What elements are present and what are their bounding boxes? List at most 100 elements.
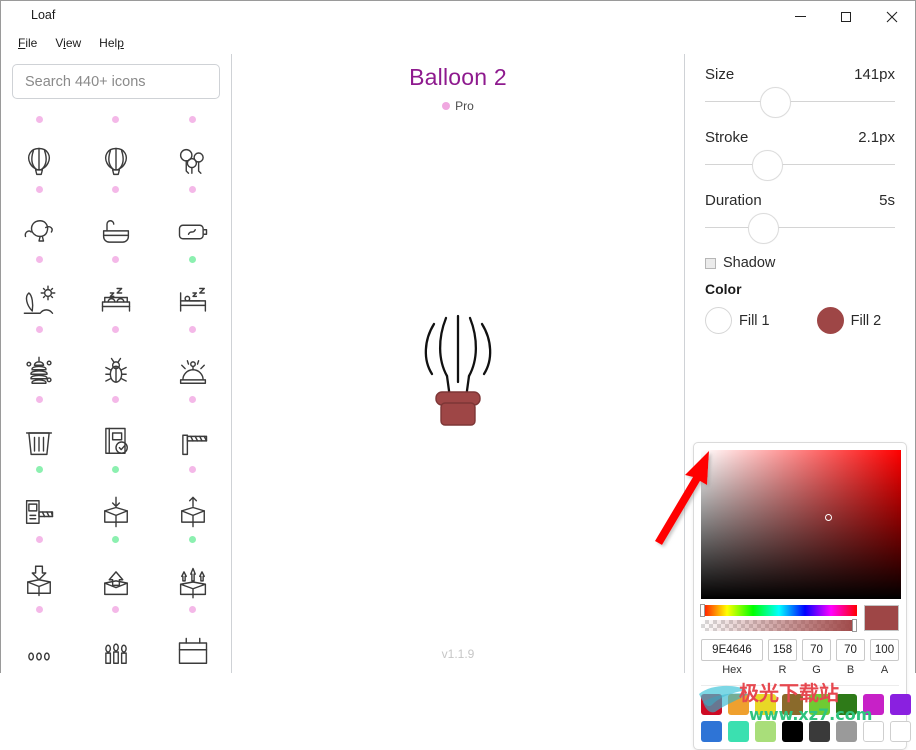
icon-cell-person-sleeping-bed-icon[interactable]	[154, 280, 231, 350]
icon-status-dot	[35, 396, 43, 403]
saturation-cursor[interactable]	[825, 514, 832, 522]
preset-swatch[interactable]	[755, 721, 776, 742]
window-controls	[777, 1, 915, 32]
duration-slider[interactable]	[705, 211, 895, 245]
icon-cell-calendar-icon[interactable]	[154, 630, 231, 673]
preset-swatch[interactable]	[809, 694, 830, 715]
icon-cell-balloon-clouds-icon[interactable]	[1, 210, 78, 280]
search-input[interactable]	[12, 64, 220, 99]
service-bell-icon	[179, 360, 206, 384]
icon-cell-trash-bin-icon[interactable]	[1, 420, 78, 490]
duration-slider-thumb[interactable]	[748, 213, 780, 244]
maximize-button[interactable]	[823, 1, 869, 32]
preset-swatch[interactable]	[836, 694, 857, 715]
trash-bin-icon	[26, 432, 53, 456]
shadow-checkbox[interactable]	[705, 257, 716, 269]
preset-swatch[interactable]	[836, 721, 857, 742]
fill-2-group[interactable]: Fill 2	[816, 307, 881, 334]
minimize-button[interactable]	[777, 1, 823, 32]
stroke-slider[interactable]	[705, 148, 895, 182]
icon-status-dot	[189, 256, 197, 263]
icon-cell-box-arrow-up-thick-icon[interactable]	[78, 560, 155, 630]
beehive-icon	[26, 356, 52, 384]
preset-swatch[interactable]	[890, 694, 911, 715]
hue-slider[interactable]	[700, 604, 857, 617]
animation-stage[interactable]	[232, 304, 684, 429]
candles-icon	[105, 643, 127, 664]
icon-cell-book-check-icon[interactable]	[78, 420, 155, 490]
preset-swatch[interactable]	[863, 721, 884, 742]
preset-swatch[interactable]	[809, 721, 830, 742]
fill-2-swatch[interactable]	[816, 307, 844, 334]
icon-status-dot	[189, 466, 197, 473]
battery-charging-icon	[178, 224, 207, 240]
icon-grid[interactable]	[1, 116, 231, 673]
icon-cell-candles-small-icon[interactable]	[1, 630, 78, 673]
box-arrow-in-icon	[104, 496, 128, 528]
icon-cell-booth-barrier-icon[interactable]	[1, 490, 78, 560]
icon-cell-box-arrow-up-icon[interactable]	[154, 490, 231, 560]
green-field-label: G	[812, 664, 821, 676]
icon-cell-beetle-bug-icon[interactable]	[78, 350, 155, 420]
preset-swatch[interactable]	[863, 694, 884, 715]
icon-cell-bag-check-icon[interactable]	[78, 116, 155, 140]
color-picker[interactable]: Hex R G B A	[693, 442, 911, 750]
icon-status-dot	[112, 466, 120, 473]
icon-cell-boom-barrier-icon[interactable]	[154, 420, 231, 490]
icon-cell-hot-air-balloon-icon[interactable]	[1, 140, 78, 210]
icon-cell-candles-icon[interactable]	[78, 630, 155, 673]
hex-field-label: Hex	[722, 664, 742, 676]
shadow-toggle-row[interactable]: Shadow	[705, 255, 895, 271]
green-field-group: G	[802, 639, 831, 676]
icon-cell-box-arrows-multiple-icon[interactable]	[154, 560, 231, 630]
color-bars-row	[700, 604, 899, 632]
hue-slider-thumb[interactable]	[700, 604, 705, 617]
icon-cell-party-balloons-icon[interactable]	[154, 140, 231, 210]
preset-swatch[interactable]	[890, 721, 911, 742]
icon-cell-double-bed-sleep-icon[interactable]	[78, 280, 155, 350]
title-bar: Loaf	[1, 1, 915, 32]
menu-help[interactable]: Help	[90, 34, 133, 52]
icon-cell-cut-tree-icon[interactable]	[1, 116, 78, 140]
icon-cell-beehive-icon[interactable]	[1, 350, 78, 420]
icon-cell-hot-air-balloon-2-icon[interactable]	[78, 140, 155, 210]
icon-cell-service-bell-icon[interactable]	[154, 350, 231, 420]
fill-1-swatch[interactable]	[705, 307, 732, 334]
stroke-slider-thumb[interactable]	[751, 150, 783, 181]
preset-swatch[interactable]	[782, 694, 803, 715]
size-slider[interactable]	[705, 85, 895, 119]
fill-1-group[interactable]: Fill 1	[705, 307, 770, 334]
maximize-icon	[841, 11, 851, 22]
red-field[interactable]	[768, 639, 797, 661]
alpha-field[interactable]	[870, 639, 899, 661]
icon-cell-box-arrow-in-icon[interactable]	[78, 490, 155, 560]
preset-swatch[interactable]	[728, 721, 749, 742]
preview-canvas: Balloon 2 Pro v1.1.9	[232, 54, 685, 673]
menu-view[interactable]: View	[46, 34, 90, 52]
saturation-value-area[interactable]	[701, 450, 901, 599]
preset-swatch[interactable]	[782, 721, 803, 742]
preset-swatch[interactable]	[728, 694, 749, 715]
loaf-application-window: Loaf File View Help Balloon 2	[0, 0, 916, 750]
close-button[interactable]	[869, 1, 915, 32]
alpha-slider-thumb[interactable]	[851, 619, 857, 632]
icon-status-dot	[112, 396, 120, 403]
hex-field[interactable]	[701, 639, 763, 661]
blue-field[interactable]	[836, 639, 865, 661]
preset-swatch[interactable]	[755, 694, 776, 715]
icon-cell-bathtub-icon[interactable]	[78, 210, 155, 280]
icon-status-dot	[112, 116, 120, 123]
icon-cell-bag-download-icon[interactable]	[154, 116, 231, 140]
green-field[interactable]	[802, 639, 831, 661]
alpha-slider[interactable]	[701, 619, 857, 632]
preset-swatch[interactable]	[701, 721, 722, 742]
menu-file[interactable]: File	[9, 34, 46, 52]
icon-status-dot	[189, 606, 197, 613]
icon-cell-beach-icon[interactable]	[1, 280, 78, 350]
preset-swatch[interactable]	[701, 694, 722, 715]
size-slider-thumb[interactable]	[759, 87, 791, 118]
icon-cell-box-arrow-down-thick-icon[interactable]	[1, 560, 78, 630]
preset-swatch-grid[interactable]	[701, 685, 911, 742]
icon-cell-battery-charging-icon[interactable]	[154, 210, 231, 280]
search-container	[1, 54, 231, 108]
